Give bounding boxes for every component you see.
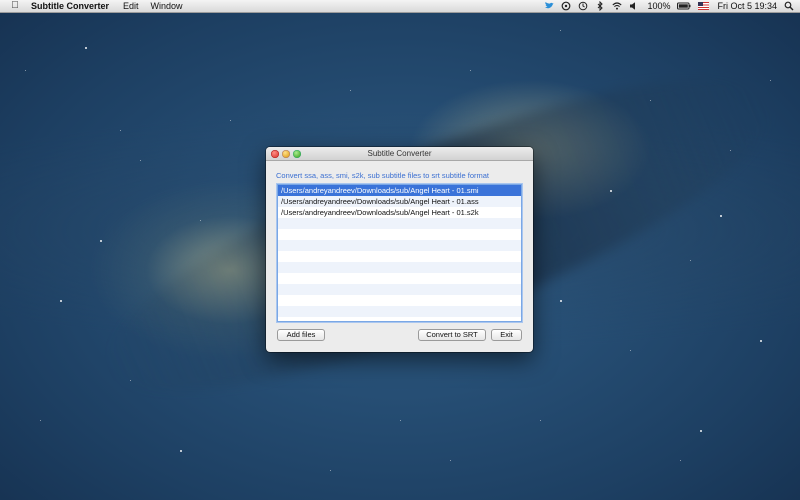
star	[680, 460, 681, 461]
star	[540, 420, 541, 421]
spotlight-search-icon[interactable]	[784, 1, 794, 11]
star	[690, 260, 691, 261]
file-list-empty-row[interactable]	[278, 229, 521, 240]
clock[interactable]: Fri Oct 5 19:34	[717, 0, 777, 12]
menu-window[interactable]: Window	[151, 0, 183, 12]
file-list-empty-row[interactable]	[278, 284, 521, 295]
battery-percent[interactable]: 100%	[647, 0, 670, 12]
star	[40, 420, 41, 421]
star	[230, 120, 231, 121]
menu-bar:  Subtitle Converter Edit Window 100% Fr…	[0, 0, 800, 13]
menu-edit[interactable]: Edit	[123, 0, 139, 12]
instruction-label: Convert ssa, ass, smi, s2k, sub subtitle…	[276, 171, 489, 180]
star	[25, 70, 26, 71]
star	[700, 430, 702, 432]
file-list-empty-row[interactable]	[278, 251, 521, 262]
file-list-empty-row[interactable]	[278, 218, 521, 229]
file-list-empty-row[interactable]	[278, 306, 521, 317]
star	[330, 470, 331, 471]
subtitle-converter-window: Subtitle Converter Convert ssa, ass, smi…	[266, 147, 533, 352]
star	[470, 70, 471, 71]
star	[120, 130, 121, 131]
menu-app-name[interactable]: Subtitle Converter	[31, 0, 109, 12]
star	[180, 450, 182, 452]
file-list-empty-row[interactable]	[278, 295, 521, 306]
bluetooth-icon[interactable]	[595, 1, 605, 11]
volume-icon[interactable]	[629, 1, 639, 11]
star	[760, 340, 762, 342]
star	[720, 215, 722, 217]
star	[60, 300, 62, 302]
input-source-flag-icon[interactable]	[698, 2, 710, 10]
file-list-empty-row[interactable]	[278, 240, 521, 251]
file-list-item[interactable]: /Users/andreyandreev/Downloads/sub/Angel…	[278, 196, 521, 207]
file-list[interactable]: /Users/andreyandreev/Downloads/sub/Angel…	[277, 184, 522, 322]
file-list-item[interactable]: /Users/andreyandreev/Downloads/sub/Angel…	[278, 185, 521, 196]
add-files-button[interactable]: Add files	[277, 329, 325, 341]
star	[85, 47, 87, 49]
status-icon[interactable]	[561, 1, 571, 11]
star	[400, 420, 401, 421]
star	[610, 190, 612, 192]
twitter-icon[interactable]	[544, 1, 554, 11]
minimize-window-icon[interactable]	[282, 150, 290, 158]
apple-menu-icon[interactable]: 	[9, 0, 21, 12]
star	[560, 300, 562, 302]
star	[650, 100, 651, 101]
window-titlebar[interactable]: Subtitle Converter	[266, 147, 533, 161]
star	[730, 150, 731, 151]
battery-icon[interactable]	[677, 1, 691, 11]
star	[130, 380, 131, 381]
star	[630, 350, 631, 351]
zoom-window-icon[interactable]	[293, 150, 301, 158]
star	[100, 240, 102, 242]
close-window-icon[interactable]	[271, 150, 279, 158]
file-list-item[interactable]: /Users/andreyandreev/Downloads/sub/Angel…	[278, 207, 521, 218]
file-list-empty-row[interactable]	[278, 273, 521, 284]
star	[770, 80, 771, 81]
menu-bar-extras: 100% Fri Oct 5 19:34	[537, 0, 794, 12]
window-title: Subtitle Converter	[367, 149, 432, 158]
time-machine-icon[interactable]	[578, 1, 588, 11]
exit-button[interactable]: Exit	[491, 329, 522, 341]
star	[560, 30, 561, 31]
file-list-empty-row[interactable]	[278, 262, 521, 273]
convert-to-srt-button[interactable]: Convert to SRT	[418, 329, 486, 341]
star	[140, 160, 141, 161]
star	[200, 220, 201, 221]
wifi-icon[interactable]	[612, 1, 623, 11]
star	[450, 460, 451, 461]
star	[350, 90, 351, 91]
